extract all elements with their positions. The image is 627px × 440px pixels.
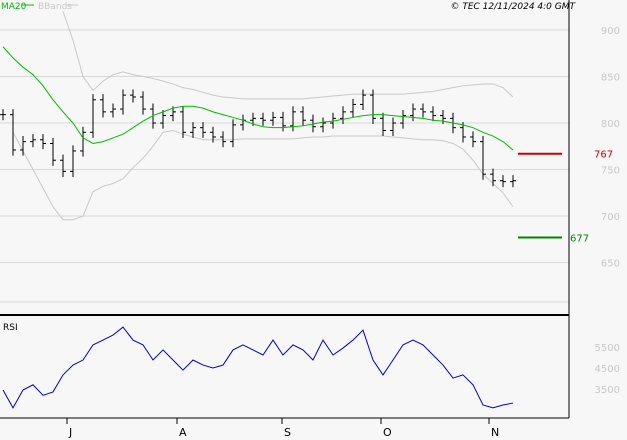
price-bar <box>430 106 436 122</box>
price-bar <box>0 109 6 121</box>
rsi-label: RSI <box>3 323 18 333</box>
x-tick-label: S <box>284 426 291 439</box>
price-bar <box>70 145 76 177</box>
price-bar <box>480 136 486 180</box>
price-bar <box>390 117 396 137</box>
price-bar <box>370 89 376 124</box>
rsi-tick-label: 5500 <box>595 343 620 354</box>
price-bar <box>190 122 196 138</box>
x-tick-label: A <box>179 426 187 439</box>
price-bar <box>270 111 276 126</box>
price-bar <box>500 175 506 188</box>
y-tick-label: 800 <box>601 119 620 130</box>
price-bar <box>360 89 366 110</box>
price-bar <box>380 112 386 137</box>
rsi-panel <box>2 326 514 409</box>
price-bar <box>140 91 146 115</box>
price-bar <box>400 110 406 129</box>
y-tick-label: 650 <box>601 259 620 270</box>
levels: 767 677 <box>518 150 613 244</box>
price-bar <box>40 134 46 150</box>
y-tick-label: 900 <box>601 26 620 37</box>
x-tick-label: J <box>68 426 72 439</box>
rsi-tick-label: 3500 <box>595 385 620 396</box>
price-bar <box>90 94 96 138</box>
price-bar <box>10 109 16 156</box>
chart-container: 650 700 750 800 850 900 5500 4500 3500 767 677 J A… <box>0 0 627 440</box>
price-bar <box>510 175 516 188</box>
price-bar <box>80 126 86 157</box>
price-bar <box>290 106 296 132</box>
price-bar <box>280 111 286 132</box>
price-bar <box>120 89 126 115</box>
rsi-tick-label: 4500 <box>595 364 620 375</box>
price-bar <box>420 103 426 118</box>
support-label: 677 <box>570 233 589 244</box>
price-bar <box>60 154 66 177</box>
price-bar <box>350 98 356 118</box>
price-bar <box>260 112 266 126</box>
grid: 650 700 750 800 850 900 5500 4500 3500 <box>0 26 620 396</box>
price-bar <box>490 168 496 187</box>
y-tick-label: 750 <box>601 166 620 177</box>
y-tick-label: 850 <box>601 73 620 84</box>
price-bar <box>410 103 416 122</box>
price-bar <box>100 94 106 118</box>
price-bar <box>200 122 206 138</box>
bb-upper-line <box>62 11 514 100</box>
bbands-legend: BBands <box>38 2 72 12</box>
price-rsi-chart: 650 700 750 800 850 900 5500 4500 3500 767 677 J A… <box>0 0 620 439</box>
price-bar <box>130 89 136 103</box>
price-bar <box>110 103 116 118</box>
price-bar <box>470 131 476 148</box>
x-tick-label: N <box>491 426 499 439</box>
rsi-line <box>2 326 514 409</box>
copyright-text: © TEC 12/11/2024 4:0 GMT <box>450 2 576 12</box>
price-bar <box>50 137 56 166</box>
x-tick-label: O <box>383 426 392 439</box>
x-axis: JASON <box>66 418 499 439</box>
resistance-label: 767 <box>594 150 613 161</box>
ma20-legend: MA20 <box>1 2 27 12</box>
price-bar <box>20 136 26 156</box>
bb-lower-line <box>12 129 514 221</box>
price-bar <box>340 106 346 124</box>
price-bar <box>30 134 36 148</box>
price-bar <box>320 117 326 133</box>
y-tick-label: 700 <box>601 212 620 223</box>
